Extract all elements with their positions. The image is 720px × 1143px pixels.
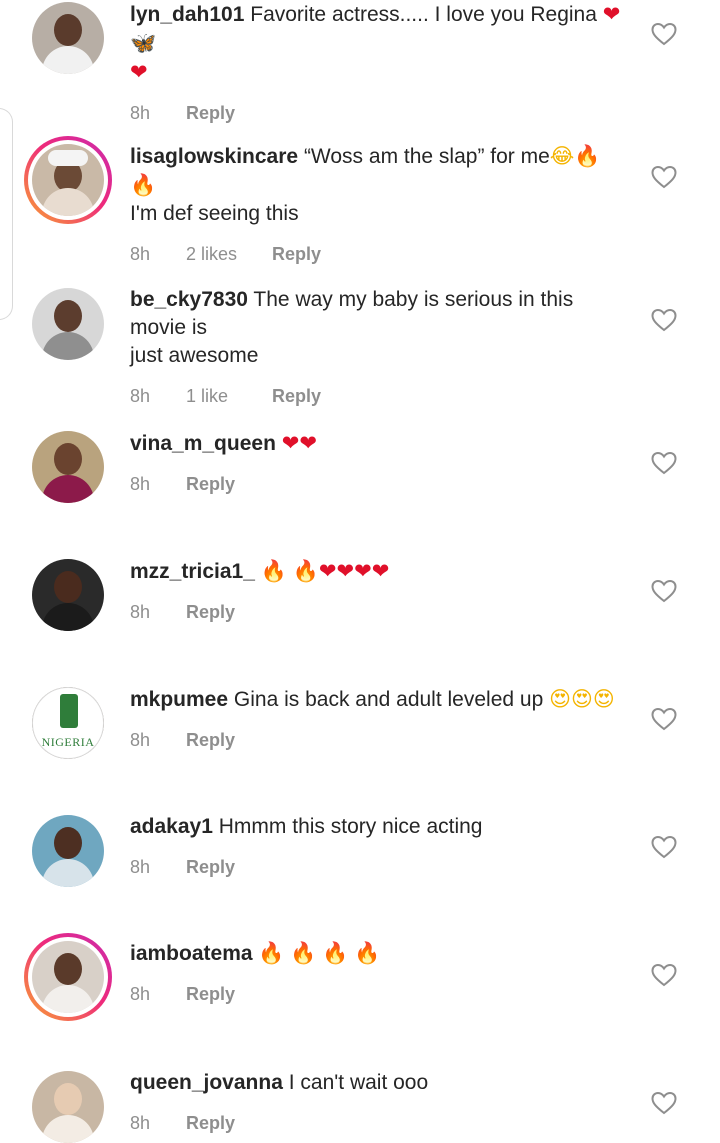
comment-text: Hmmm this story nice acting	[218, 815, 483, 838]
comment-text-line2: just awesome	[130, 344, 259, 367]
nigeria-logo-avatar: NIGERIA	[32, 687, 104, 759]
fire-emoji: 🔥	[130, 173, 157, 197]
fire-emoji: 🔥	[258, 941, 285, 965]
fire-emoji: 🔥	[260, 559, 287, 583]
comment-username[interactable]: be_cky7830	[130, 288, 248, 311]
comment-time: 8h	[130, 244, 151, 264]
fire-emoji: 🔥	[290, 941, 317, 965]
comment-username[interactable]: iamboatema	[130, 942, 253, 965]
comment-username[interactable]: vina_m_queen	[130, 432, 276, 455]
reply-button[interactable]: Reply	[186, 728, 235, 752]
avatar[interactable]	[32, 1071, 104, 1143]
comment-text: Gina is back and adult leveled up	[233, 688, 544, 711]
like-heart-icon[interactable]	[651, 22, 677, 46]
comment-username[interactable]: queen_jovanna	[130, 1071, 283, 1094]
reply-button[interactable]: Reply	[186, 472, 235, 496]
comment-text: I can't wait ooo	[288, 1071, 429, 1094]
like-heart-icon[interactable]	[651, 579, 677, 603]
avatar-story-ring[interactable]	[24, 933, 112, 1021]
side-panel-edge	[0, 108, 13, 320]
heart-eyes-emoji: 😍	[571, 687, 593, 711]
comment-time: 8h	[130, 386, 151, 406]
fire-emoji: 🔥	[574, 144, 601, 168]
comment-time: 8h	[130, 984, 151, 1004]
heart-emoji: ❤	[281, 431, 300, 455]
like-heart-icon[interactable]	[651, 1091, 677, 1115]
like-heart-icon[interactable]	[651, 451, 677, 475]
heart-eyes-emoji: 😍	[549, 687, 572, 711]
comment-time: 8h	[130, 474, 151, 494]
comment-time: 8h	[130, 730, 151, 750]
reply-button[interactable]: Reply	[186, 982, 235, 1006]
reply-button[interactable]: Reply	[272, 242, 321, 266]
fire-emoji: 🔥	[322, 941, 349, 965]
heart-emoji: ❤	[299, 431, 317, 455]
comment-time: 8h	[130, 857, 151, 877]
heart-emoji: ❤	[602, 2, 621, 26]
comment-username[interactable]: adakay1	[130, 815, 213, 838]
reply-button[interactable]: Reply	[186, 1111, 235, 1135]
like-heart-icon[interactable]	[651, 835, 677, 859]
avatar[interactable]	[32, 431, 104, 503]
comment-username[interactable]: lyn_dah101	[130, 3, 244, 26]
reply-button[interactable]: Reply	[186, 600, 235, 624]
comment-username[interactable]: lisaglowskincare	[130, 145, 298, 168]
like-heart-icon[interactable]	[651, 707, 677, 731]
avatar[interactable]	[32, 288, 104, 360]
heart-emoji: ❤	[130, 60, 148, 84]
avatar[interactable]	[32, 815, 104, 887]
comment-time: 8h	[130, 103, 151, 123]
comment-username[interactable]: mkpumee	[130, 688, 228, 711]
reply-button[interactable]: Reply	[272, 384, 321, 408]
butterfly-emoji: 🦋	[130, 31, 157, 55]
like-heart-icon[interactable]	[651, 963, 677, 987]
avatar[interactable]: NIGERIA	[32, 687, 104, 759]
heart-emoji: ❤	[318, 559, 337, 583]
heart-emoji: ❤	[354, 559, 372, 583]
laughing-emoji: 😂	[549, 144, 575, 168]
comment-time: 8h	[130, 1113, 151, 1133]
reply-button[interactable]: Reply	[186, 101, 235, 125]
logo-text: NIGERIA	[41, 735, 95, 749]
avatar-story-ring[interactable]	[24, 136, 112, 224]
fire-emoji: 🔥	[292, 559, 319, 583]
comment-username[interactable]: mzz_tricia1_	[130, 560, 255, 583]
like-heart-icon[interactable]	[651, 165, 677, 189]
comment-likes[interactable]: 1 like	[186, 384, 272, 408]
comment-likes[interactable]: 2 likes	[186, 242, 272, 266]
comment-text: “Woss am the slap” for me	[303, 145, 550, 168]
fire-emoji: 🔥	[354, 941, 381, 965]
heart-eyes-emoji: 😍	[592, 687, 615, 711]
heart-emoji: ❤	[371, 559, 390, 583]
reply-button[interactable]: Reply	[186, 855, 235, 879]
avatar[interactable]	[32, 2, 104, 74]
comment-text: Favorite actress..... I love you Regina	[250, 3, 597, 26]
comment-time: 8h	[130, 602, 151, 622]
avatar[interactable]	[32, 559, 104, 631]
comment-text-line2: I'm def seeing this	[130, 202, 299, 225]
like-heart-icon[interactable]	[651, 308, 677, 332]
heart-emoji: ❤	[336, 559, 355, 583]
